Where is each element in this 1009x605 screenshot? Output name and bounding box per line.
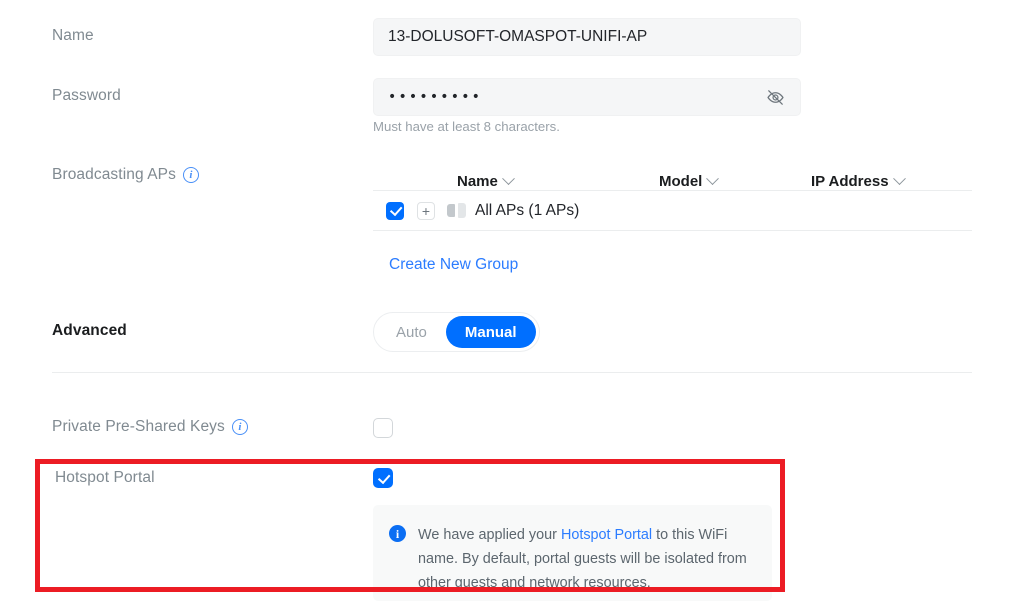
table-header-row: Name Model IP Address [373, 160, 972, 190]
chevron-down-icon [501, 172, 515, 186]
plus-icon[interactable]: + [417, 201, 435, 220]
column-header-model[interactable]: Model [659, 172, 811, 190]
chevron-down-icon [892, 172, 906, 186]
private-psk-label-text: Private Pre-Shared Keys [52, 418, 225, 435]
hotspot-portal-link[interactable]: Hotspot Portal [561, 527, 652, 543]
access-point-icon [447, 203, 466, 218]
column-header-name[interactable]: Name [373, 172, 659, 190]
table-row[interactable]: + All APs (1 APs) [373, 190, 972, 231]
callout-text-before: We have applied your [418, 527, 561, 543]
hotspot-portal-info-callout: i We have applied your Hotspot Portal to… [373, 505, 772, 601]
info-filled-icon: i [389, 525, 406, 542]
info-icon[interactable]: i [231, 419, 248, 435]
name-input-value: 13-DOLUSOFT-OMASPOT-UNIFI-AP [388, 28, 648, 45]
eye-off-icon[interactable] [764, 86, 786, 108]
section-divider [52, 372, 972, 373]
row-name: All APs (1 APs) [475, 201, 580, 219]
column-header-ip-address-label: IP Address [811, 173, 889, 190]
name-input[interactable]: 13-DOLUSOFT-OMASPOT-UNIFI-AP [373, 18, 801, 56]
hotspot-portal-info-text: We have applied your Hotspot Portal to t… [418, 523, 756, 591]
create-new-group-link[interactable]: Create New Group [389, 256, 518, 274]
column-header-ip-address[interactable]: IP Address [811, 172, 971, 190]
password-input[interactable]: ••••••••• [373, 78, 801, 116]
private-psk-label: Private Pre-Shared Keys i [52, 418, 248, 436]
advanced-mode-toggle[interactable]: Auto Manual [373, 312, 540, 352]
chevron-down-icon [706, 172, 720, 186]
advanced-label: Advanced [52, 322, 127, 339]
password-helper-text: Must have at least 8 characters. [373, 119, 560, 134]
password-input-value: ••••••••• [388, 89, 483, 105]
hotspot-portal-label: Hotspot Portal [55, 469, 155, 486]
broadcasting-aps-label-text: Broadcasting APs [52, 166, 176, 183]
password-label: Password [52, 87, 121, 104]
advanced-option-manual[interactable]: Manual [445, 316, 536, 348]
column-header-model-label: Model [659, 173, 703, 190]
row-checkbox[interactable] [386, 201, 404, 220]
hotspot-portal-checkbox[interactable] [373, 468, 393, 488]
broadcasting-aps-label: Broadcasting APs i [52, 166, 199, 184]
name-label: Name [52, 27, 94, 44]
info-icon[interactable]: i [182, 167, 199, 183]
private-psk-checkbox[interactable] [373, 418, 393, 438]
advanced-option-auto[interactable]: Auto [377, 316, 446, 348]
wifi-settings-form: Name 13-DOLUSOFT-OMASPOT-UNIFI-AP Passwo… [0, 0, 1009, 605]
column-header-name-label: Name [457, 173, 498, 190]
broadcasting-aps-table: Name Model IP Address + All APs (1 APs) [373, 160, 972, 231]
